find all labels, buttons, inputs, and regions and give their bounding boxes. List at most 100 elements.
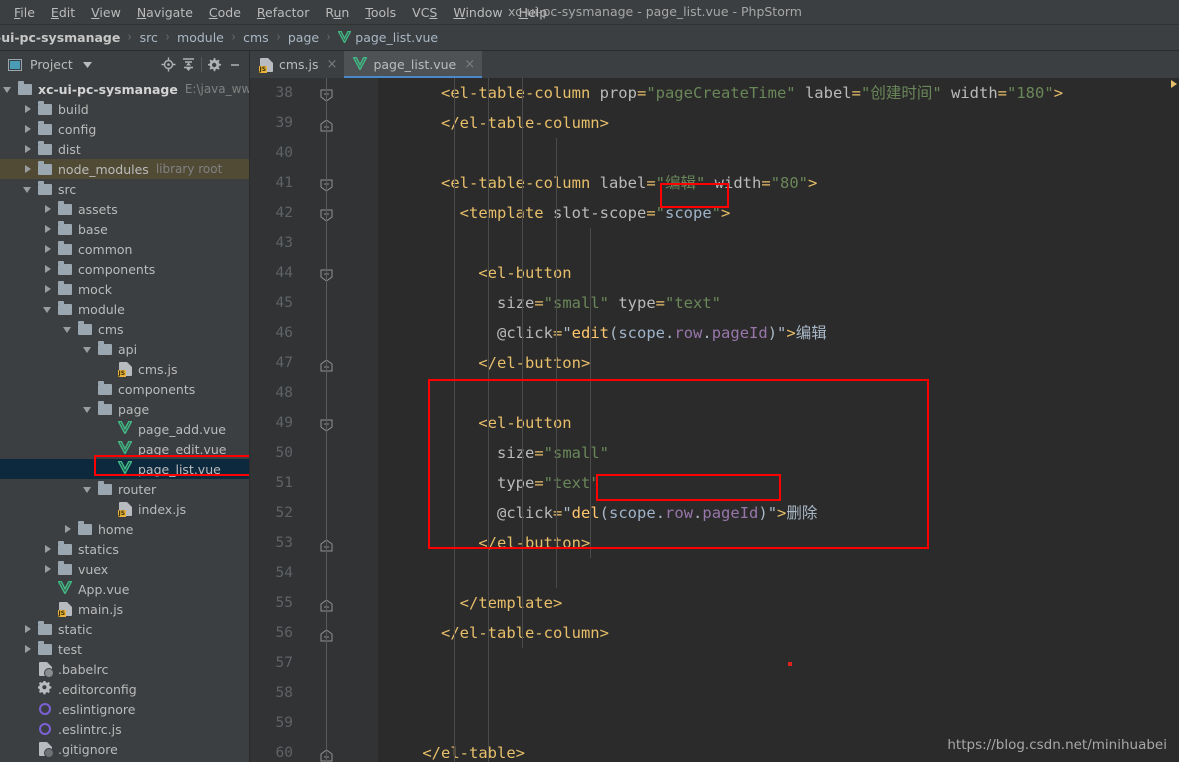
code-line-56[interactable]: </el-table-column> [378, 618, 1167, 648]
expand-arrow-icon[interactable] [23, 164, 34, 175]
tree-item-gitignore[interactable]: .gitignore [0, 739, 249, 759]
expand-arrow-icon[interactable] [43, 284, 54, 295]
gutter-line-58[interactable]: 58 [250, 678, 378, 708]
code-line-52[interactable]: @click="del(scope.row.pageId)">删除 [378, 498, 1167, 528]
tree-item-dist[interactable]: dist [0, 139, 249, 159]
gutter-line-49[interactable]: 49 [250, 408, 378, 438]
tree-item-page[interactable]: page [0, 399, 249, 419]
breadcrumb-item-2[interactable]: module [177, 30, 224, 45]
menu-item-run[interactable]: Run [317, 3, 357, 22]
collapse-arrow-icon[interactable] [83, 484, 94, 495]
code-line-55[interactable]: </template> [378, 588, 1167, 618]
collapse-arrow-icon[interactable] [63, 324, 74, 335]
code-line-50[interactable]: size="small" [378, 438, 1167, 468]
chevron-down-icon[interactable] [78, 55, 98, 75]
gutter-line-60[interactable]: 60 [250, 738, 378, 762]
tree-item-index-js[interactable]: index.js [0, 499, 249, 519]
breadcrumb[interactable]: -ui-pc-sysmanage › src › module › cms › page › pag… [0, 25, 1179, 51]
gutter-line-54[interactable]: 54 [250, 558, 378, 588]
expand-arrow-icon[interactable] [23, 144, 34, 155]
minimize-icon[interactable] [225, 55, 245, 75]
menu-item-navigate[interactable]: Navigate [129, 3, 201, 22]
tree-item-editorconfig[interactable]: .editorconfig [0, 679, 249, 699]
menu-item-vcs[interactable]: VCS [404, 3, 445, 22]
menu-item-window[interactable]: Window [445, 3, 510, 22]
expand-arrow-icon[interactable] [23, 104, 34, 115]
expand-arrow-icon[interactable] [43, 544, 54, 555]
menu-item-edit[interactable]: Edit [43, 3, 83, 22]
gutter-line-48[interactable]: 48 [250, 378, 378, 408]
code-line-38[interactable]: <el-table-column prop="pageCreateTime" l… [378, 78, 1167, 108]
gutter-line-47[interactable]: 47 [250, 348, 378, 378]
editor-tab-cms-js[interactable]: cms.js × [250, 51, 344, 78]
code-line-49[interactable]: <el-button [378, 408, 1167, 438]
collapse-arrow-icon[interactable] [43, 304, 54, 315]
code-line-44[interactable]: <el-button [378, 258, 1167, 288]
tree-item-cms-js[interactable]: cms.js [0, 359, 249, 379]
menu-item-file[interactable]: File [6, 3, 43, 22]
collapse-arrow-icon[interactable] [83, 404, 94, 415]
tree-item-eslintrc-js[interactable]: .eslintrc.js [0, 719, 249, 739]
breadcrumb-item-1[interactable]: src [140, 30, 158, 45]
project-tree[interactable]: xc-ui-pc-sysmanage E:\java_www\xcbuild con… [0, 78, 249, 762]
gutter-line-45[interactable]: 45 [250, 288, 378, 318]
tree-item-vuex[interactable]: vuex [0, 559, 249, 579]
code-line-40[interactable] [378, 138, 1167, 168]
tree-item-base[interactable]: base [0, 219, 249, 239]
tree-item-eslintignore[interactable]: .eslintignore [0, 699, 249, 719]
close-icon[interactable]: × [464, 58, 475, 71]
tree-item-main-js[interactable]: main.js [0, 599, 249, 619]
menu-item-tools[interactable]: Tools [357, 3, 404, 22]
breadcrumb-item-0[interactable]: -ui-pc-sysmanage [0, 30, 120, 45]
tree-item-app-vue[interactable]: App.vue [0, 579, 249, 599]
tree-item-config[interactable]: config [0, 119, 249, 139]
tree-item-mock[interactable]: mock [0, 279, 249, 299]
tree-item-statics[interactable]: statics [0, 539, 249, 559]
collapse-arrow-icon[interactable] [3, 84, 14, 95]
tree-item-components[interactable]: components [0, 259, 249, 279]
tree-item-page-add-vue[interactable]: page_add.vue [0, 419, 249, 439]
gutter-line-40[interactable]: 40 [250, 138, 378, 168]
code-line-51[interactable]: type="text" [378, 468, 1167, 498]
code-line-57[interactable] [378, 648, 1167, 678]
tree-item-xc-ui-pc-sysmanage[interactable]: xc-ui-pc-sysmanage E:\java_www\xc [0, 79, 249, 99]
breadcrumb-item-4[interactable]: page [288, 30, 319, 45]
gutter-line-50[interactable]: 50 [250, 438, 378, 468]
tree-item-page-list-vue[interactable]: page_list.vue [0, 459, 249, 479]
code-line-45[interactable]: size="small" type="text" [378, 288, 1167, 318]
gear-icon[interactable] [205, 55, 225, 75]
code-line-46[interactable]: @click="edit(scope.row.pageId)">编辑 [378, 318, 1167, 348]
gutter-line-43[interactable]: 43 [250, 228, 378, 258]
gutter-line-39[interactable]: 39 [250, 108, 378, 138]
gutter-line-42[interactable]: 42 [250, 198, 378, 228]
collapse-arrow-icon[interactable] [83, 344, 94, 355]
expand-arrow-icon[interactable] [63, 524, 74, 535]
editor-code[interactable]: <el-table-column prop="pageCreateTime" l… [378, 78, 1167, 762]
code-line-42[interactable]: <template slot-scope="scope"> [378, 198, 1167, 228]
collapse-arrow-icon[interactable] [23, 184, 34, 195]
tree-item-page-edit-vue[interactable]: page_edit.vue [0, 439, 249, 459]
code-line-59[interactable] [378, 708, 1167, 738]
tree-item-home[interactable]: home [0, 519, 249, 539]
tree-item-build[interactable]: build [0, 99, 249, 119]
editor-tab-page-list-vue[interactable]: page_list.vue × [344, 51, 483, 78]
collapse-all-icon[interactable] [178, 55, 198, 75]
breadcrumb-item-3[interactable]: cms [243, 30, 269, 45]
gutter-line-52[interactable]: 52 [250, 498, 378, 528]
code-line-43[interactable] [378, 228, 1167, 258]
gutter-line-55[interactable]: 55 [250, 588, 378, 618]
gutter-line-56[interactable]: 56 [250, 618, 378, 648]
gutter-line-51[interactable]: 51 [250, 468, 378, 498]
code-line-58[interactable] [378, 678, 1167, 708]
tree-item-assets[interactable]: assets [0, 199, 249, 219]
expand-arrow-icon[interactable] [43, 564, 54, 575]
tree-item-api[interactable]: api [0, 339, 249, 359]
tree-item-node-modules[interactable]: node_modules library root [0, 159, 249, 179]
menu-item-refactor[interactable]: Refactor [249, 3, 317, 22]
editor-gutter[interactable]: 38 39 40 41 42 43 44 45 46 47 48 49 50 51 52 53 54 55 56 57… [250, 78, 378, 762]
tree-item-cms[interactable]: cms [0, 319, 249, 339]
gutter-line-44[interactable]: 44 [250, 258, 378, 288]
expand-arrow-icon[interactable] [23, 124, 34, 135]
tree-item-common[interactable]: common [0, 239, 249, 259]
gutter-line-41[interactable]: 41 [250, 168, 378, 198]
